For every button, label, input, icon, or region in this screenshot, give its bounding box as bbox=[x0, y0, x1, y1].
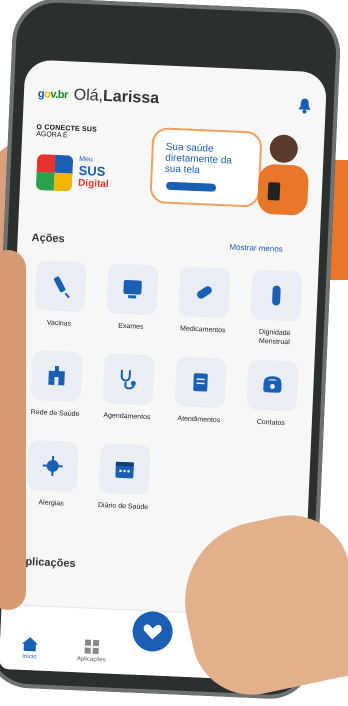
center-action-button[interactable] bbox=[132, 611, 174, 653]
sus-logo bbox=[36, 154, 74, 192]
promo-button[interactable] bbox=[166, 182, 216, 192]
action-label: Medicamentos bbox=[172, 324, 234, 336]
home-icon bbox=[21, 636, 40, 653]
nav-apps-label: Aplicações bbox=[61, 656, 121, 665]
phone-icon bbox=[259, 372, 286, 399]
brand-digital: Digital bbox=[78, 178, 109, 190]
action-appointments[interactable]: Agendamentos bbox=[96, 353, 161, 423]
nav-home[interactable]: Início bbox=[0, 635, 60, 662]
applications-title: Aplicações bbox=[17, 556, 76, 571]
heart-icon bbox=[142, 622, 163, 641]
action-label: Rede de Saúde bbox=[24, 408, 86, 420]
brand-sus: SUS bbox=[78, 164, 105, 178]
pill-icon bbox=[191, 279, 218, 306]
action-vaccines[interactable]: Vacinas bbox=[28, 260, 93, 330]
action-label: Vacinas bbox=[28, 318, 90, 330]
action-exams[interactable]: Exames bbox=[100, 263, 165, 333]
action-label: Diário de Saúde bbox=[92, 501, 154, 513]
hospital-icon bbox=[43, 363, 70, 390]
banner-text: O CONECTE SUS AGORA É bbox=[36, 124, 147, 143]
action-allergies[interactable]: Alergias bbox=[20, 440, 85, 510]
monitor-icon bbox=[119, 276, 146, 303]
action-attendances[interactable]: Atendimentos bbox=[168, 356, 233, 426]
action-medications[interactable]: Medicamentos bbox=[172, 266, 237, 336]
action-contacts[interactable]: Contatos bbox=[240, 359, 305, 429]
greeting-prefix: Olá, bbox=[73, 87, 103, 105]
syringe-icon bbox=[47, 273, 74, 300]
nav-home-label: Início bbox=[0, 653, 59, 662]
action-label: Atendimentos bbox=[168, 414, 230, 426]
nav-apps[interactable]: Aplicações bbox=[61, 638, 122, 665]
actions-title: Ações bbox=[31, 232, 65, 245]
allergy-icon bbox=[39, 452, 66, 479]
action-label: Contatos bbox=[240, 417, 302, 429]
pad-icon bbox=[263, 282, 290, 309]
promo-card: Sua saúde diretamente da sua tela bbox=[149, 127, 262, 208]
action-health-diary[interactable]: Diário de Saúde bbox=[92, 443, 157, 513]
actions-grid: Vacinas Exames Medicamentos Dignidade Me… bbox=[31, 260, 317, 272]
gov-logo: gov.br bbox=[38, 88, 68, 101]
action-label: Exames bbox=[100, 321, 162, 333]
apps-grid-icon bbox=[84, 639, 101, 656]
action-label: Agendamentos bbox=[96, 411, 158, 423]
stethoscope-icon bbox=[115, 366, 142, 393]
promo-banner[interactable]: O CONECTE SUS AGORA É Meu SUS Digital Su… bbox=[33, 118, 313, 218]
promo-text: Sua saúde diretamente da sua tela bbox=[165, 142, 250, 179]
document-icon bbox=[187, 369, 214, 396]
app-header: gov.br Olá,Larissa bbox=[37, 82, 312, 118]
person-image bbox=[247, 127, 313, 216]
hand-left bbox=[0, 250, 26, 610]
toggle-actions-link[interactable]: Mostrar menos bbox=[229, 242, 283, 253]
calendar-icon bbox=[111, 456, 138, 483]
greeting: Olá,Larissa bbox=[73, 87, 159, 109]
user-name: Larissa bbox=[103, 88, 160, 107]
action-health-network[interactable]: Rede de Saúde bbox=[24, 350, 89, 420]
action-label: Dignidade Menstrual bbox=[243, 327, 306, 348]
action-menstrual-dignity[interactable]: Dignidade Menstrual bbox=[243, 269, 308, 348]
bell-icon[interactable] bbox=[297, 97, 312, 114]
action-label: Alergias bbox=[20, 498, 82, 510]
